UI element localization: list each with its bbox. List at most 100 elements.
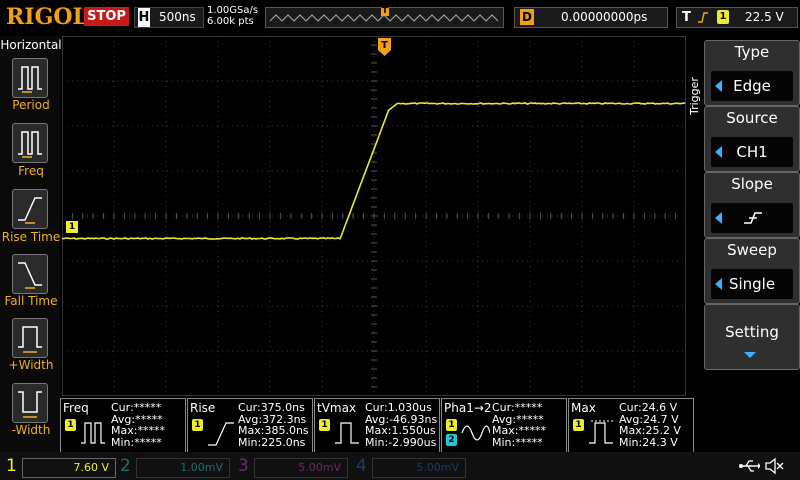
measurement-source-badge: 1 <box>192 419 203 431</box>
trigger-slope-menu[interactable]: Slope <box>704 172 800 238</box>
trigger-slope-value-box[interactable] <box>711 203 793 233</box>
waveform-overview-bar[interactable]: T <box>265 6 504 28</box>
freq-icon <box>18 131 42 158</box>
measurement-min: Min:225.0ns <box>238 435 306 449</box>
channel3-number[interactable]: 3 <box>238 456 249 476</box>
trigger-type-menu[interactable]: Type Edge <box>704 40 800 106</box>
rise-time-label: Rise Time <box>1 230 61 244</box>
trigger-level: 22.5 V <box>745 10 784 24</box>
period-label: Period <box>12 98 50 112</box>
measurement-min: Min:***** <box>492 435 543 449</box>
trigger-position-marker: T <box>378 38 391 56</box>
channel4-number[interactable]: 4 <box>356 456 367 476</box>
measurement-rise[interactable]: Rise 1 Cur:375.0ns Avg:372.3ns Max:385.0… <box>187 398 313 454</box>
measurement-min: Min:24.3 V <box>619 435 678 449</box>
trigger-sweep-title: Sweep <box>727 241 777 259</box>
delay-value: 0.00000000ps <box>561 10 648 24</box>
positive-width-button[interactable] <box>12 318 48 358</box>
channel2-number[interactable]: 2 <box>120 456 131 476</box>
tvmax-icon <box>335 422 359 444</box>
channel1-offset-marker[interactable]: 1 <box>66 221 78 233</box>
trigger-sweep-value-box[interactable]: Single <box>711 269 793 299</box>
memory-depth: 6.00k pts <box>207 16 254 27</box>
waveform-display[interactable] <box>62 36 686 396</box>
measurement-max: Max:***** <box>492 424 546 437</box>
chevron-down-icon <box>744 352 756 358</box>
freq-icon <box>81 422 105 444</box>
measurement-max: Max:385.0ns <box>238 424 309 437</box>
usb-icon <box>739 460 760 472</box>
trigger-source-title: Source <box>726 109 778 127</box>
measurement-source-badge: 1 <box>446 419 457 431</box>
measurement-cur: Cur:***** <box>111 401 162 414</box>
measurement-name: Pha1→2 <box>444 401 492 415</box>
trigger-source-value-box[interactable]: CH1 <box>711 137 793 167</box>
measurement-max: Max:25.2 V <box>619 424 681 437</box>
channel1-scale[interactable]: 7.60 V <box>22 458 116 478</box>
trigger-status-box[interactable]: T 1 22.5 V <box>676 7 798 28</box>
channel1-number[interactable]: 1 <box>6 456 17 476</box>
trigger-source-badge: 1 <box>717 10 729 24</box>
run-stop-status[interactable]: STOP <box>84 7 129 26</box>
speaker-mute-icon[interactable] <box>764 457 784 475</box>
measurement-name: Freq <box>63 401 89 415</box>
measurement-cur: Cur:***** <box>492 401 543 414</box>
measurement-values: Cur:1.030us Avg:-46.93ns Max:1.550us Min… <box>365 402 437 448</box>
trigger-sweep-menu[interactable]: Sweep Single <box>704 238 800 304</box>
measurement-name: Rise <box>190 401 216 415</box>
measurement-values: Cur:375.0ns Avg:372.3ns Max:385.0ns Min:… <box>238 402 309 448</box>
period-icon <box>18 66 42 93</box>
left-arrow-icon <box>715 212 722 224</box>
channel3-scale[interactable]: 5.00mV <box>254 458 348 478</box>
delay-label: D <box>520 9 534 25</box>
edge-trigger-icon <box>698 12 708 23</box>
measurement-source-badge: 1 <box>65 419 76 431</box>
trigger-slope-title: Slope <box>731 175 773 193</box>
sample-rate: 1.00GSa/s <box>207 5 259 16</box>
trigger-type-value: Edge <box>733 77 771 95</box>
period-button[interactable] <box>12 58 48 98</box>
acquisition-info: 1.00GSa/s 6.00k pts <box>207 5 258 27</box>
channel2-scale[interactable]: 1.00mV <box>136 458 230 478</box>
measurement-min: Min:***** <box>111 435 162 449</box>
measurement-phase[interactable]: Pha1→2 1 2 Cur:***** Avg:***** Max:*****… <box>441 398 567 454</box>
trigger-source-menu[interactable]: Source CH1 <box>704 106 800 172</box>
trigger-setting-menu[interactable]: Setting <box>704 304 800 370</box>
measurement-cur: Cur:375.0ns <box>238 401 305 414</box>
measurement-max: Max:1.550us <box>365 424 436 437</box>
measurement-source2-badge: 2 <box>446 434 457 446</box>
measurement-values: Cur:***** Avg:***** Max:***** Min:***** <box>111 402 165 448</box>
phase-icon <box>461 425 490 441</box>
measurement-cur: Cur:24.6 V <box>619 401 678 414</box>
measurement-max[interactable]: Max 1 Cur:24.6 V Avg:24.7 V Max:25.2 V M… <box>568 398 694 454</box>
freq-label: Freq <box>18 164 44 178</box>
rise-time-icon <box>18 197 42 224</box>
trigger-menu-title: Trigger <box>688 77 701 115</box>
measurement-name: tVmax <box>317 401 357 415</box>
horizontal-menu-title: Horizontal <box>0 38 62 52</box>
channel4-scale[interactable]: 5.00mV <box>372 458 466 478</box>
rise-time-button[interactable] <box>12 189 48 229</box>
measurement-freq[interactable]: Freq 1 Cur:***** Avg:***** Max:***** Min… <box>60 398 186 454</box>
fall-time-button[interactable] <box>12 254 48 294</box>
timebase-value: 500ns <box>159 10 196 24</box>
measurement-tvmax[interactable]: tVmax 1 Cur:1.030us Avg:-46.93ns Max:1.5… <box>314 398 440 454</box>
rising-edge-icon <box>744 212 762 224</box>
timebase-box[interactable]: H 500ns <box>134 7 204 28</box>
max-icon <box>589 420 613 444</box>
trigger-setting-title: Setting <box>725 323 779 341</box>
trigger-source-value: CH1 <box>736 143 768 161</box>
measurement-cur: Cur:1.030us <box>365 401 432 414</box>
measurement-max: Max:***** <box>111 424 165 437</box>
positive-width-label: +Width <box>8 358 54 372</box>
trigger-label: T <box>682 10 691 25</box>
measurement-values: Cur:***** Avg:***** Max:***** Min:***** <box>492 402 546 448</box>
trigger-type-title: Type <box>734 43 770 61</box>
delay-box[interactable]: D 0.00000000ps <box>514 7 668 28</box>
measurement-name: Max <box>571 401 596 415</box>
freq-button[interactable] <box>12 123 48 163</box>
negative-width-button[interactable] <box>12 383 48 423</box>
rise-time-icon <box>208 422 234 446</box>
measurement-source-badge: 1 <box>573 419 584 431</box>
trigger-type-value-box[interactable]: Edge <box>711 71 793 101</box>
